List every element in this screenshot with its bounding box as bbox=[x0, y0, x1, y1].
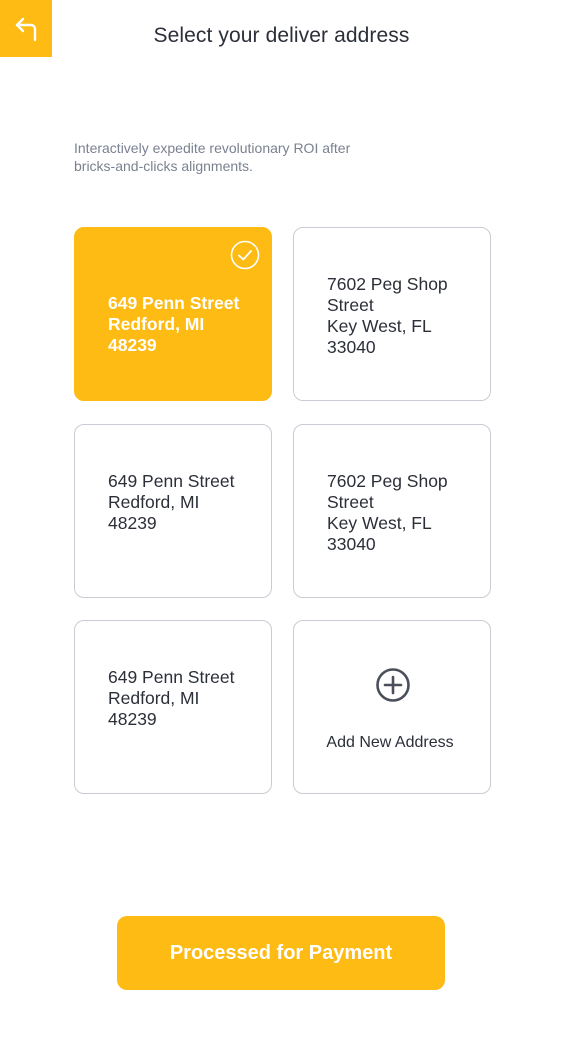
address-text: 649 Penn Street Redford, MI 48239 bbox=[108, 293, 258, 356]
address-line-1: 649 Penn Street bbox=[108, 471, 235, 491]
address-line-2: Redford, MI bbox=[108, 492, 200, 512]
address-card-4[interactable]: 7602 Peg Shop Street Key West, FL 33040 bbox=[293, 424, 491, 598]
address-text: 649 Penn Street Redford, MI 48239 bbox=[108, 471, 258, 534]
address-line-3: 48239 bbox=[108, 709, 157, 729]
address-card-2[interactable]: 7602 Peg Shop Street Key West, FL 33040 bbox=[293, 227, 491, 401]
address-card-3[interactable]: 649 Penn Street Redford, MI 48239 bbox=[74, 424, 272, 598]
address-line-3: 33040 bbox=[327, 337, 376, 357]
address-line-3: 48239 bbox=[108, 513, 157, 533]
address-text: 649 Penn Street Redford, MI 48239 bbox=[108, 667, 258, 730]
address-line-2: Redford, MI bbox=[108, 688, 200, 708]
address-line-3: 33040 bbox=[327, 534, 376, 554]
proceed-to-payment-button[interactable]: Processed for Payment bbox=[117, 916, 445, 990]
address-card-1[interactable]: 649 Penn Street Redford, MI 48239 bbox=[74, 227, 272, 401]
plus-circle-icon bbox=[376, 668, 410, 702]
page-title: Select your deliver address bbox=[153, 24, 410, 47]
add-new-address-card[interactable]: Add New Address bbox=[293, 620, 491, 794]
address-line-1: 649 Penn Street bbox=[108, 293, 240, 313]
address-text: 7602 Peg Shop Street Key West, FL 33040 bbox=[327, 471, 477, 555]
address-line-3: 48239 bbox=[108, 335, 157, 355]
address-selection-screen: Select your deliver address Interactivel… bbox=[0, 0, 563, 1063]
address-line-1: 7602 Peg Shop Street bbox=[327, 274, 448, 315]
address-line-2: Key West, FL bbox=[327, 316, 432, 336]
address-line-2: Redford, MI bbox=[108, 314, 205, 334]
address-line-1: 7602 Peg Shop Street bbox=[327, 471, 448, 512]
address-text: 7602 Peg Shop Street Key West, FL 33040 bbox=[327, 274, 477, 358]
address-line-2: Key West, FL bbox=[327, 513, 432, 533]
address-line-1: 649 Penn Street bbox=[108, 667, 235, 687]
check-circle-icon bbox=[230, 240, 260, 270]
page-subtitle: Interactively expedite revolutionary ROI… bbox=[74, 140, 351, 174]
address-card-5[interactable]: 649 Penn Street Redford, MI 48239 bbox=[74, 620, 272, 794]
add-new-address-label: Add New Address bbox=[326, 734, 454, 751]
